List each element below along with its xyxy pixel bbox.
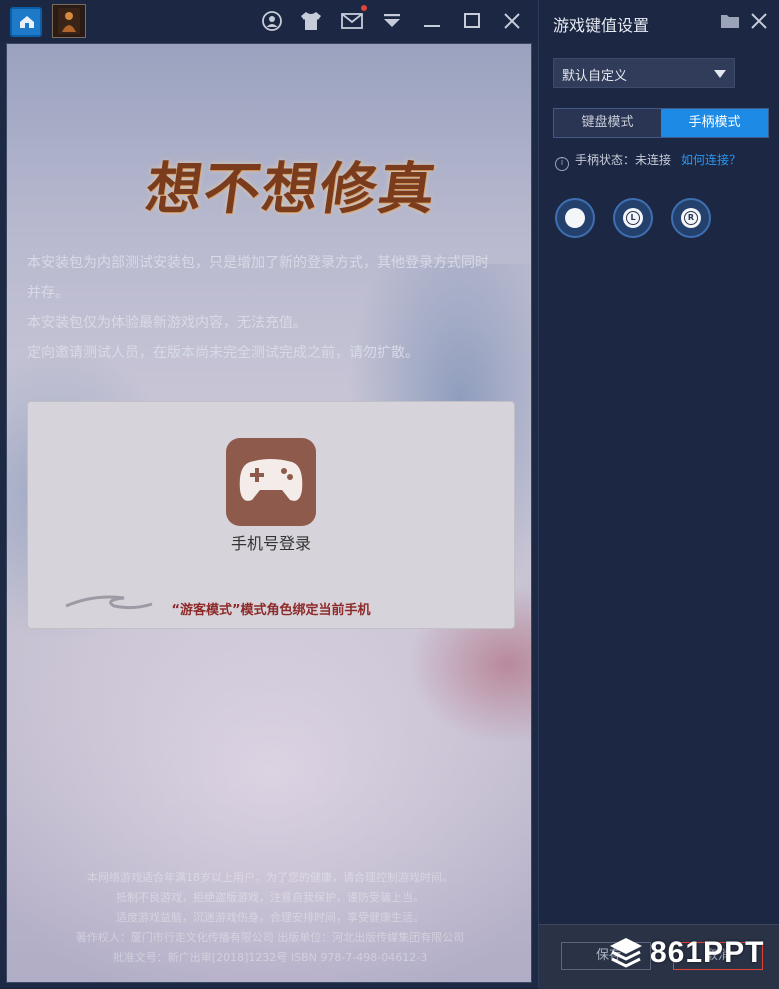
emulator-window: 想不想修真 本安装包为内部测试安装包，只是增加了新的登录方式，其他登录方式同时 … [0,0,538,988]
footer-line: 批准文号：新广出审[2018]1232号 ISBN 978-7-498-0461… [112,951,428,964]
app-root: 想不想修真 本安装包为内部测试安装包，只是增加了新的登录方式，其他登录方式同时 … [0,0,779,989]
game-avatar-icon [58,8,80,34]
download-icon [384,14,400,27]
gamepad-status: i 手柄状态：未连接 如何连接？ [555,151,741,171]
skin-button[interactable] [299,10,323,32]
minimize-icon [424,25,440,27]
mode-tabs: 键盘模式 手柄模式 [553,108,769,138]
watermark: 861PPT [608,936,763,976]
stack-logo-icon [610,938,642,968]
mail-button[interactable] [340,5,367,32]
preset-select[interactable]: 默认自定义 [553,58,735,88]
joystick-knob [565,208,585,228]
l-stick-knob: L [623,208,643,228]
game-tab[interactable] [52,4,86,38]
info-icon: i [555,157,569,171]
notice-line: 本安装包仅为体验最新游戏内容，无法充值。 [27,315,307,331]
menu-button[interactable] [381,10,405,32]
r-label: R [687,213,695,222]
footer-line: 著作权人：厦门市行走文化传播有限公司 出版单位：河北出版传媒集团有限公司 [75,931,465,944]
home-button[interactable] [10,7,42,37]
r-stick-knob: R [681,208,701,228]
tab-keyboard-mode[interactable]: 键盘模式 [554,109,661,137]
health-notice: 本网络游戏适合年满18岁以上用户，为了您的健康，请合理控制游戏时间。 抵制不良游… [7,868,531,968]
close-button[interactable] [502,10,526,32]
gamepad-icon [239,459,303,501]
l-label: L [630,213,636,222]
mail-icon [341,13,363,29]
preset-value: 默认自定义 [562,69,628,84]
account-button[interactable] [261,10,285,32]
folder-icon [721,15,739,28]
home-icon [20,16,34,28]
maximize-icon [464,13,480,28]
login-card: 手机号登录 “游客模式”模式角色绑定当前手机 [27,401,515,629]
key-settings-panel: 游戏键值设置 默认自定义 键盘模式 手柄模式 i 手柄状态：未连接如何连接？ [538,0,779,989]
tab-gamepad-mode[interactable]: 手柄模式 [661,109,768,137]
minimize-button[interactable] [422,10,446,32]
status-label: 手柄状态：未连接 [575,153,672,167]
game-screen[interactable]: 想不想修真 本安装包为内部测试安装包，只是增加了新的登录方式，其他登录方式同时 … [6,43,532,983]
game-logo: 想不想修真 [141,156,442,222]
l-stick-key[interactable]: L [613,198,653,238]
guest-mode-note: “游客模式”模式角色绑定当前手机 [171,603,371,618]
notice-line: 本安装包为内部测试安装包，只是增加了新的登录方式，其他登录方式同时 [27,255,489,271]
panel-title: 游戏键值设置 [553,16,650,35]
chevron-down-icon [714,70,726,78]
notice-line: 定向邀请测试人员，在版本尚未完全测试完成之前，请勿扩散。 [27,345,419,361]
title-bar [0,0,538,42]
open-folder-button[interactable] [720,13,740,29]
notice-line: 并存。 [27,285,69,301]
watermark-text: 861PPT [650,936,765,969]
maximize-button[interactable] [462,10,486,32]
footer-line: 本网络游戏适合年满18岁以上用户，为了您的健康，请合理控制游戏时间。 [87,871,453,884]
footer-line: 适度游戏益脑，沉迷游戏伤身，合理安排时间，享受健康生活。 [116,911,424,924]
shirt-icon [301,12,321,30]
footer-line: 抵制不良游戏，拒绝盗版游戏，注意自我保护，谨防受骗上当。 [116,891,424,904]
phone-login-button[interactable] [226,438,316,526]
notification-dot [361,5,367,11]
joystick-key[interactable] [555,198,595,238]
close-panel-button[interactable] [749,11,769,31]
user-icon [262,11,282,31]
close-icon [751,13,767,29]
how-to-connect-link[interactable]: 如何连接？ [681,153,741,167]
phone-login-label[interactable]: 手机号登录 [28,530,514,554]
close-icon [504,13,520,29]
r-stick-key[interactable]: R [671,198,711,238]
test-notice: 本安装包为内部测试安装包，只是增加了新的登录方式，其他登录方式同时 并存。 本安… [27,248,527,368]
